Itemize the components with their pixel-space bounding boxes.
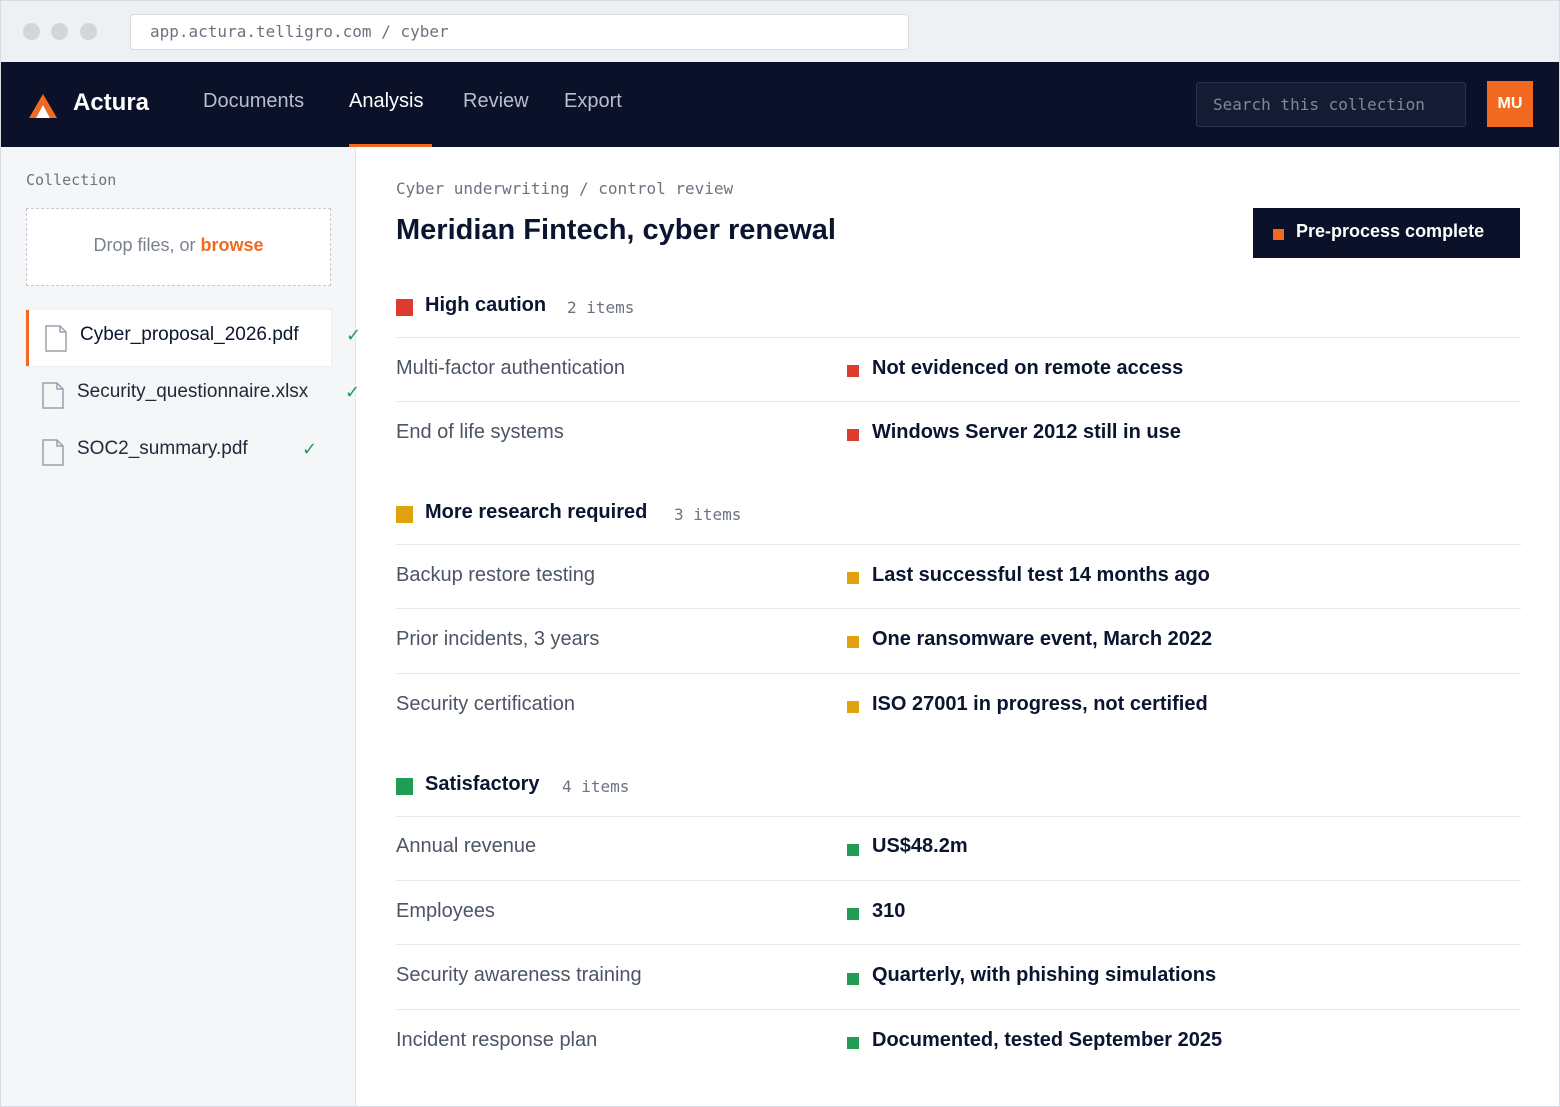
window-maximize-dot[interactable] [80, 23, 97, 40]
row-label: Security certification [396, 693, 575, 715]
check-icon: ✓ [346, 325, 362, 345]
row-value: Windows Server 2012 still in use [872, 421, 1181, 443]
browse-link[interactable]: browse [201, 235, 264, 255]
row-label: Prior incidents, 3 years [396, 628, 600, 650]
search-input[interactable]: Search this collection [1196, 82, 1466, 127]
status-square-icon [847, 908, 859, 920]
status-square-icon [1273, 229, 1284, 240]
status-square-icon [847, 701, 859, 713]
document-icon [42, 382, 64, 409]
document-icon [42, 439, 64, 466]
divider [396, 337, 1521, 338]
page-title: Meridian Fintech, cyber renewal [396, 214, 836, 246]
row-value: Quarterly, with phishing simulations [872, 964, 1217, 986]
status-square-icon [847, 365, 859, 377]
row-label: End of life systems [396, 421, 564, 443]
divider [396, 880, 1521, 881]
row-value: One ransomware event, March 2022 [872, 628, 1213, 650]
file-name: SOC2_summary.pdf [77, 438, 248, 459]
user-avatar[interactable]: MU [1487, 81, 1533, 127]
breadcrumb[interactable]: Cyber underwriting / control review [396, 179, 733, 198]
row-label: Incident response plan [396, 1029, 598, 1051]
status-square-icon [847, 429, 859, 441]
address-bar[interactable]: app.actura.telligro.com / cyber [130, 14, 909, 50]
app-window: app.actura.telligro.com / cyber Actura D… [0, 0, 1560, 1107]
window-minimize-dot[interactable] [51, 23, 68, 40]
file-name: Cyber_proposal_2026.pdf [80, 324, 299, 345]
check-icon: ✓ [302, 439, 318, 459]
divider [396, 608, 1521, 609]
divider [396, 816, 1521, 817]
file-item[interactable]: Security_questionnaire.xlsx ✓ [26, 367, 360, 423]
nav-export[interactable]: Export [564, 90, 622, 113]
actura-logo-icon [29, 94, 57, 118]
nav-analysis[interactable]: Analysis [349, 90, 423, 113]
divider [396, 1009, 1521, 1010]
research-square-icon [396, 506, 413, 523]
file-dropzone[interactable]: Drop files, or browse [26, 208, 331, 286]
active-tab-indicator [349, 144, 432, 147]
row-label: Employees [396, 900, 495, 922]
file-item[interactable]: SOC2_summary.pdf ✓ [26, 424, 331, 480]
status-button-label: Pre-process complete [1296, 221, 1485, 241]
status-square-icon [847, 572, 859, 584]
section-title: High caution [425, 294, 547, 316]
row-label: Backup restore testing [396, 564, 595, 586]
dropzone-text: Drop files, or [93, 235, 201, 255]
divider [396, 401, 1521, 402]
divider [396, 544, 1521, 545]
row-value: US$48.2m [872, 835, 968, 857]
divider [396, 673, 1521, 674]
status-square-icon [847, 973, 859, 985]
nav-review[interactable]: Review [463, 90, 529, 113]
satisfactory-square-icon [396, 778, 413, 795]
section-title: More research required [425, 501, 648, 523]
row-value: ISO 27001 in progress, not certified [872, 693, 1208, 715]
row-value: Last successful test 14 months ago [872, 564, 1210, 586]
brand-name[interactable]: Actura [73, 89, 149, 117]
status-button[interactable]: Pre-process complete [1253, 208, 1520, 258]
section-title: Satisfactory [425, 773, 540, 795]
status-square-icon [847, 1037, 859, 1049]
browser-chrome: app.actura.telligro.com / cyber [1, 1, 1559, 62]
section-count: 2 items [567, 298, 635, 317]
status-square-icon [847, 844, 859, 856]
file-name: Security_questionnaire.xlsx [77, 381, 309, 402]
row-value: Documented, tested September 2025 [872, 1029, 1223, 1051]
row-label: Security awareness training [396, 964, 642, 986]
sidebar-title: Collection [26, 171, 117, 189]
file-item[interactable]: Cyber_proposal_2026.pdf ✓ [26, 310, 361, 366]
row-value: 310 [872, 900, 906, 922]
section-count: 4 items [562, 777, 630, 796]
window-close-dot[interactable] [23, 23, 40, 40]
collection-sidebar [1, 147, 356, 1106]
row-label: Annual revenue [396, 835, 537, 857]
check-icon: ✓ [345, 382, 361, 402]
document-icon [45, 325, 67, 352]
row-label: Multi-factor authentication [396, 357, 626, 379]
status-square-icon [847, 636, 859, 648]
section-count: 3 items [674, 505, 742, 524]
nav-documents[interactable]: Documents [203, 90, 304, 113]
divider [396, 944, 1521, 945]
high-caution-square-icon [396, 299, 413, 316]
row-value: Not evidenced on remote access [872, 357, 1184, 379]
